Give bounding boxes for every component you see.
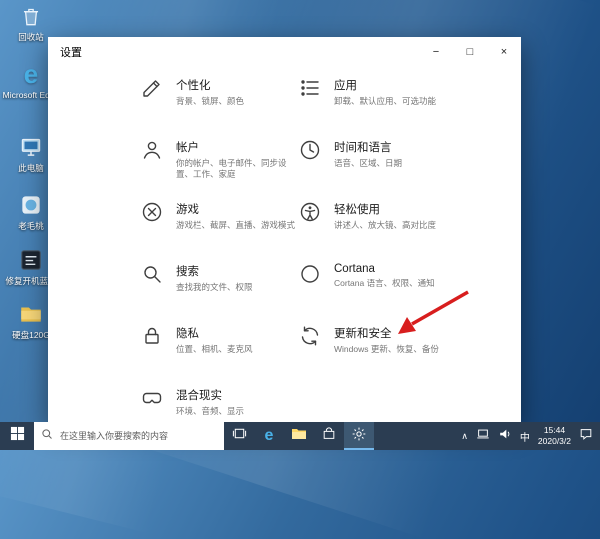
- recycle-bin-icon: [17, 2, 45, 30]
- category-title: 隐私: [176, 328, 199, 340]
- taskbar-icon-task-view[interactable]: [224, 422, 254, 450]
- folder-icon: [17, 300, 45, 328]
- search-icon: [41, 427, 53, 445]
- category-title: 个性化: [176, 80, 211, 92]
- category-title: 轻松使用: [334, 204, 380, 216]
- settings-category-cortana[interactable]: Cortana Cortana 语言、权限、通知: [298, 259, 456, 321]
- category-title: 应用: [334, 80, 357, 92]
- taskbar-app-icons: e: [224, 422, 374, 450]
- taskbar-icon-store[interactable]: [314, 422, 344, 450]
- settings-category-apps[interactable]: 应用卸载、默认应用、可选功能: [298, 73, 456, 135]
- category-title: 搜索: [176, 266, 199, 278]
- settings-category-time-language[interactable]: 时间和语言语音、区域、日期: [298, 135, 456, 197]
- window-title: 设置: [60, 47, 82, 59]
- minimize-button[interactable]: −: [419, 37, 453, 67]
- category-subtitle: 卸载、默认应用、可选功能: [334, 96, 437, 106]
- category-title: 混合现实: [176, 390, 222, 402]
- category-subtitle: 游戏栏、截屏、直播、游戏模式: [176, 220, 296, 230]
- category-title: 帐户: [176, 142, 199, 154]
- task-view-icon: [232, 426, 247, 446]
- apps-icon: [298, 76, 324, 102]
- category-subtitle: 环境、音频、显示: [176, 406, 245, 416]
- clock-date: 2020/3/2: [537, 436, 571, 446]
- taskbar-icon-settings[interactable]: [344, 422, 374, 450]
- category-subtitle: Cortana 语言、权限、通知: [334, 278, 435, 288]
- category-subtitle: 语音、区域、日期: [334, 158, 403, 168]
- category-subtitle: 位置、相机、麦克风: [176, 344, 253, 354]
- window-controls: − □ ×: [419, 37, 521, 67]
- settings-category-grid: 个性化 背景、锁屏、颜色 应用 卸载、默认应用、可选功能 帐户 你的帐户、电子邮件、同步设…: [48, 67, 521, 424]
- desktop-icon-recycle-bin[interactable]: 回收站: [2, 2, 60, 42]
- gaming-icon: [140, 200, 166, 226]
- settings-category-update-security[interactable]: 更新和安全 Windows 更新、恢复、备份: [298, 321, 456, 383]
- repair-icon: [17, 246, 45, 274]
- settings-category-search[interactable]: 搜索查找我的文件、权限: [140, 259, 298, 321]
- accounts-icon: [140, 138, 166, 164]
- system-tray: ∧ 中 15:44 2020/3/2: [461, 422, 600, 450]
- update-security-icon: [298, 324, 324, 350]
- category-subtitle: 背景、锁屏、颜色: [176, 96, 245, 106]
- taskbar-search-box[interactable]: [34, 422, 224, 450]
- settings-category-accounts[interactable]: 帐户你的帐户、电子邮件、同步设置、工作、家庭: [140, 135, 298, 197]
- category-subtitle: 查找我的文件、权限: [176, 282, 253, 292]
- settings-category-privacy[interactable]: 隐私位置、相机、麦克风: [140, 321, 298, 383]
- category-title: 游戏: [176, 204, 199, 216]
- time-language-icon: [298, 138, 324, 164]
- ease-of-access-icon: [298, 200, 324, 226]
- cortana-icon: [298, 262, 324, 288]
- store-icon: [322, 426, 336, 446]
- settings-category-personalization[interactable]: 个性化背景、锁屏、颜色: [140, 73, 298, 135]
- taskbar-icon-file-explorer[interactable]: [284, 422, 314, 450]
- clock-time: 15:44: [543, 425, 566, 436]
- ime-indicator[interactable]: 中: [520, 429, 530, 444]
- edge-icon: e: [23, 59, 39, 89]
- search-input[interactable]: [58, 430, 204, 442]
- category-subtitle: Windows 更新、恢复、备份: [334, 344, 439, 354]
- this-pc-icon: [17, 133, 45, 161]
- volume-icon[interactable]: [498, 427, 512, 446]
- privacy-icon: [140, 324, 166, 350]
- file-explorer-icon: [291, 426, 307, 447]
- start-button[interactable]: [0, 422, 34, 450]
- close-button[interactable]: ×: [487, 37, 521, 67]
- category-title: 时间和语言: [334, 142, 392, 154]
- search-icon: [140, 262, 166, 288]
- mixed-reality-icon: [140, 386, 166, 412]
- action-center-icon[interactable]: [579, 427, 593, 446]
- clock[interactable]: 15:44 2020/3/2: [538, 425, 571, 446]
- settings-window: 设置 − □ × 个性化 背景、锁屏、颜色 应用 卸载、默认应用、可选功能 帐户 你的帐户…: [48, 37, 521, 424]
- settings-gear-icon: [351, 426, 367, 447]
- taskbar: e ∧ 中 15:44 2020/3/2: [0, 422, 600, 450]
- maximize-button[interactable]: □: [453, 37, 487, 67]
- app-icon: [17, 191, 45, 219]
- network-icon[interactable]: [476, 427, 490, 446]
- category-subtitle: 讲述人、放大镜、高对比度: [334, 220, 437, 230]
- category-title: Cortana: [334, 263, 375, 275]
- settings-category-mixed-reality[interactable]: 混合现实环境、音频、显示: [140, 383, 298, 424]
- personalization-icon: [140, 76, 166, 102]
- category-subtitle: 你的帐户、电子邮件、同步设置、工作、家庭: [176, 158, 287, 180]
- category-title: 更新和安全: [334, 328, 392, 340]
- settings-category-gaming[interactable]: 游戏游戏栏、截屏、直播、游戏模式: [140, 197, 298, 259]
- tray-expand-icon[interactable]: ∧: [461, 431, 468, 442]
- settings-category-ease-of-access[interactable]: 轻松使用讲述人、放大镜、高对比度: [298, 197, 456, 259]
- window-titlebar: 设置 − □ ×: [48, 37, 521, 67]
- windows-logo-icon: [10, 426, 25, 446]
- taskbar-icon-edge[interactable]: e: [254, 422, 284, 450]
- edge-small-icon: e: [264, 427, 274, 444]
